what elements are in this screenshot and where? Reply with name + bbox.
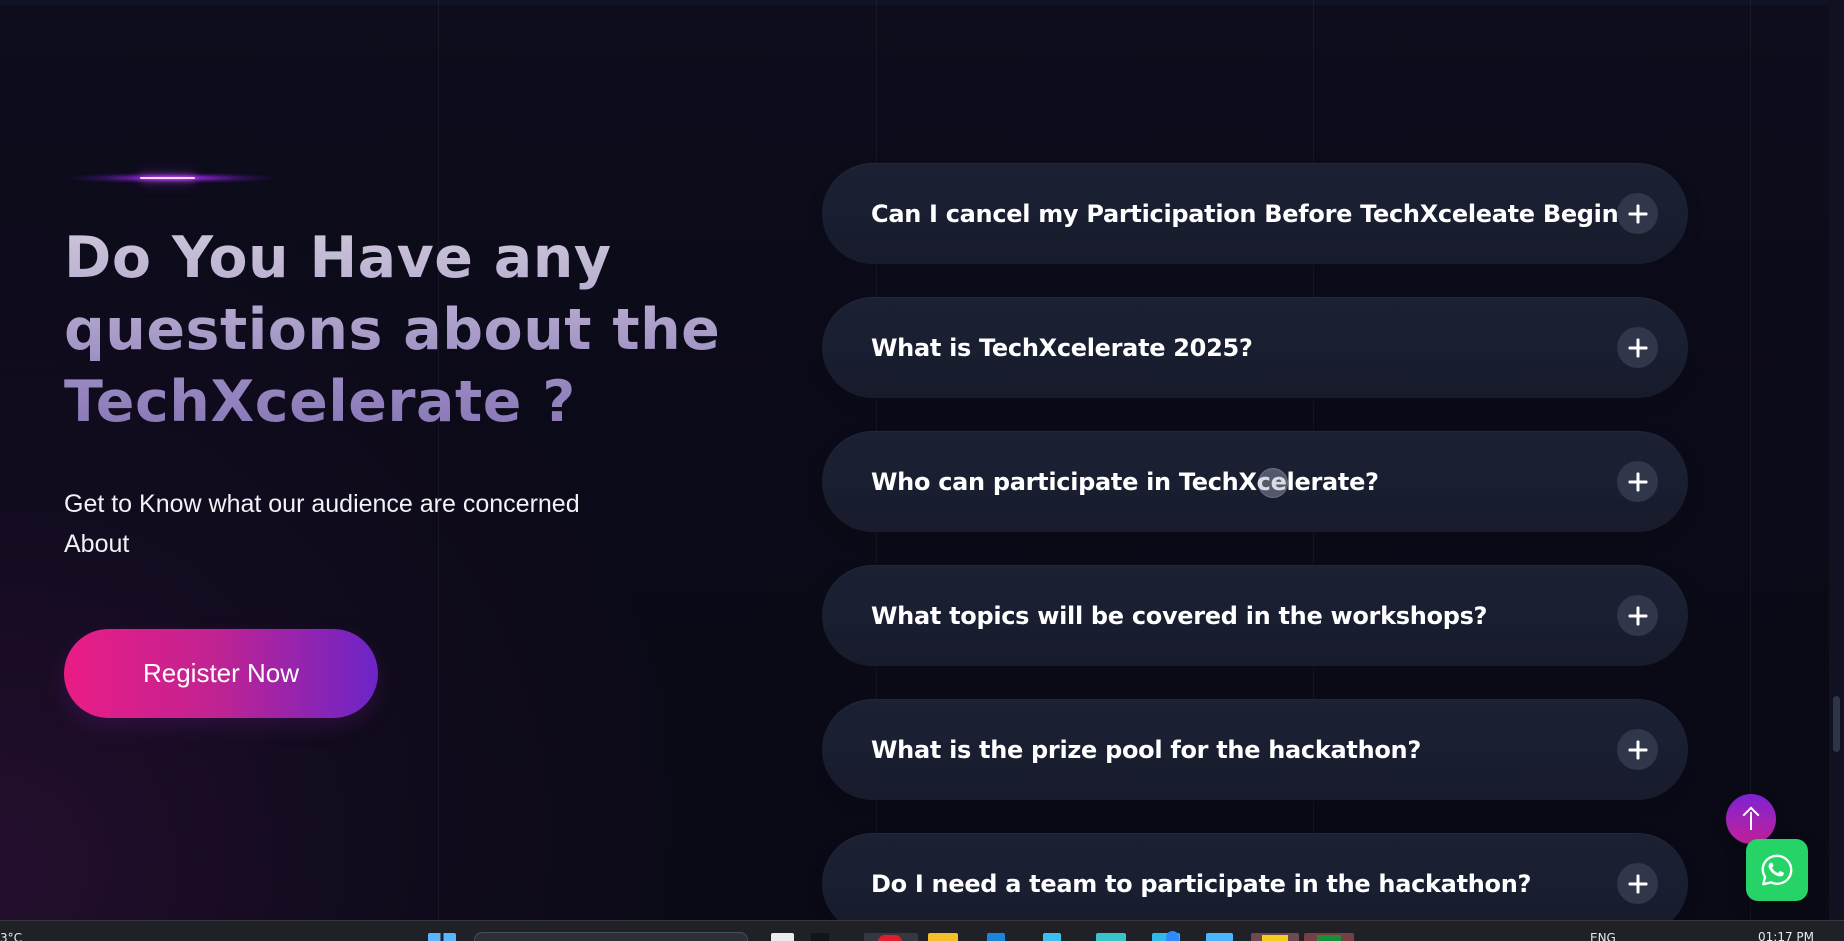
faq-question: Can I cancel my Participation Before Tec… <box>871 199 1655 228</box>
taskbar-app-icon[interactable] <box>811 933 829 941</box>
expand-faq-button[interactable] <box>1617 729 1658 770</box>
expand-faq-button[interactable] <box>1617 595 1658 636</box>
faq-question: What is TechXcelerate 2025? <box>871 333 1253 362</box>
clock-time[interactable]: 01:17 PM <box>1758 931 1814 941</box>
taskbar-app-icon[interactable] <box>771 933 794 941</box>
excel-icon <box>1317 935 1341 941</box>
faq-heading: Do You Have any questions about the Tech… <box>64 222 784 438</box>
plus-icon <box>1628 874 1647 893</box>
plus-icon <box>1628 204 1647 223</box>
expand-faq-button[interactable] <box>1617 327 1658 368</box>
expand-faq-button[interactable] <box>1617 863 1658 904</box>
whatsapp-icon <box>1761 854 1793 886</box>
page-scrollbar[interactable] <box>1829 0 1844 920</box>
scrollbar-thumb[interactable] <box>1833 696 1840 752</box>
taskbar-app-icon[interactable] <box>1206 933 1233 941</box>
register-now-button[interactable]: Register Now <box>64 629 378 718</box>
faq-item[interactable]: Can I cancel my Participation Before Tec… <box>822 163 1688 264</box>
background-gridline <box>438 0 439 920</box>
faq-item[interactable]: What is the prize pool for the hackathon… <box>822 699 1688 800</box>
faq-item[interactable]: What topics will be covered in the works… <box>822 565 1688 666</box>
folder-icon[interactable] <box>928 933 958 941</box>
notes-icon <box>1262 935 1288 941</box>
arrow-up-icon <box>1742 808 1760 830</box>
expand-faq-button[interactable] <box>1617 461 1658 502</box>
taskbar-app-icon[interactable] <box>1251 933 1299 941</box>
taskbar-app-icon[interactable] <box>987 933 1005 941</box>
scroll-to-top-button[interactable] <box>1726 794 1776 844</box>
faq-item[interactable]: Who can participate in TechXcelerate? <box>822 431 1688 532</box>
faq-item[interactable]: What is TechXcelerate 2025? <box>822 297 1688 398</box>
taskbar-app-icon[interactable] <box>1043 933 1061 941</box>
faq-question: Who can participate in TechXcelerate? <box>871 467 1379 496</box>
plus-icon <box>1628 740 1647 759</box>
plus-icon <box>1628 338 1647 357</box>
faq-question: What is the prize pool for the hackathon… <box>871 735 1421 764</box>
page-top-strip <box>0 0 1844 5</box>
whatsapp-chat-button[interactable] <box>1746 839 1808 901</box>
faq-subtitle: Get to Know what our audience are concer… <box>64 490 580 558</box>
taskbar-search-input[interactable] <box>474 932 748 941</box>
plus-icon <box>1628 606 1647 625</box>
faq-question: What topics will be covered in the works… <box>871 601 1488 630</box>
faq-question: Do I need a team to participate in the h… <box>871 869 1532 898</box>
language-indicator[interactable]: ENG <box>1590 932 1616 941</box>
windows-taskbar: 3°C ENG 01:17 PM <box>0 920 1844 941</box>
background-gridline <box>1750 0 1751 920</box>
faq-item[interactable]: Do I need a team to participate in the h… <box>822 833 1688 934</box>
notification-badge <box>1166 931 1179 941</box>
windows-start-icon[interactable] <box>428 933 456 941</box>
decorative-glow-core <box>140 177 195 179</box>
weather-status[interactable]: 3°C <box>0 932 22 941</box>
taskbar-app-icon[interactable] <box>1096 933 1126 941</box>
mouse-cursor-indicator <box>1258 468 1288 498</box>
taskbar-app-icon[interactable] <box>1304 933 1354 941</box>
expand-faq-button[interactable] <box>1617 193 1658 234</box>
plus-icon <box>1628 472 1647 491</box>
opera-icon <box>878 935 902 941</box>
taskbar-app-icon[interactable] <box>864 933 918 941</box>
faq-page: Do You Have any questions about the Tech… <box>0 0 1844 941</box>
